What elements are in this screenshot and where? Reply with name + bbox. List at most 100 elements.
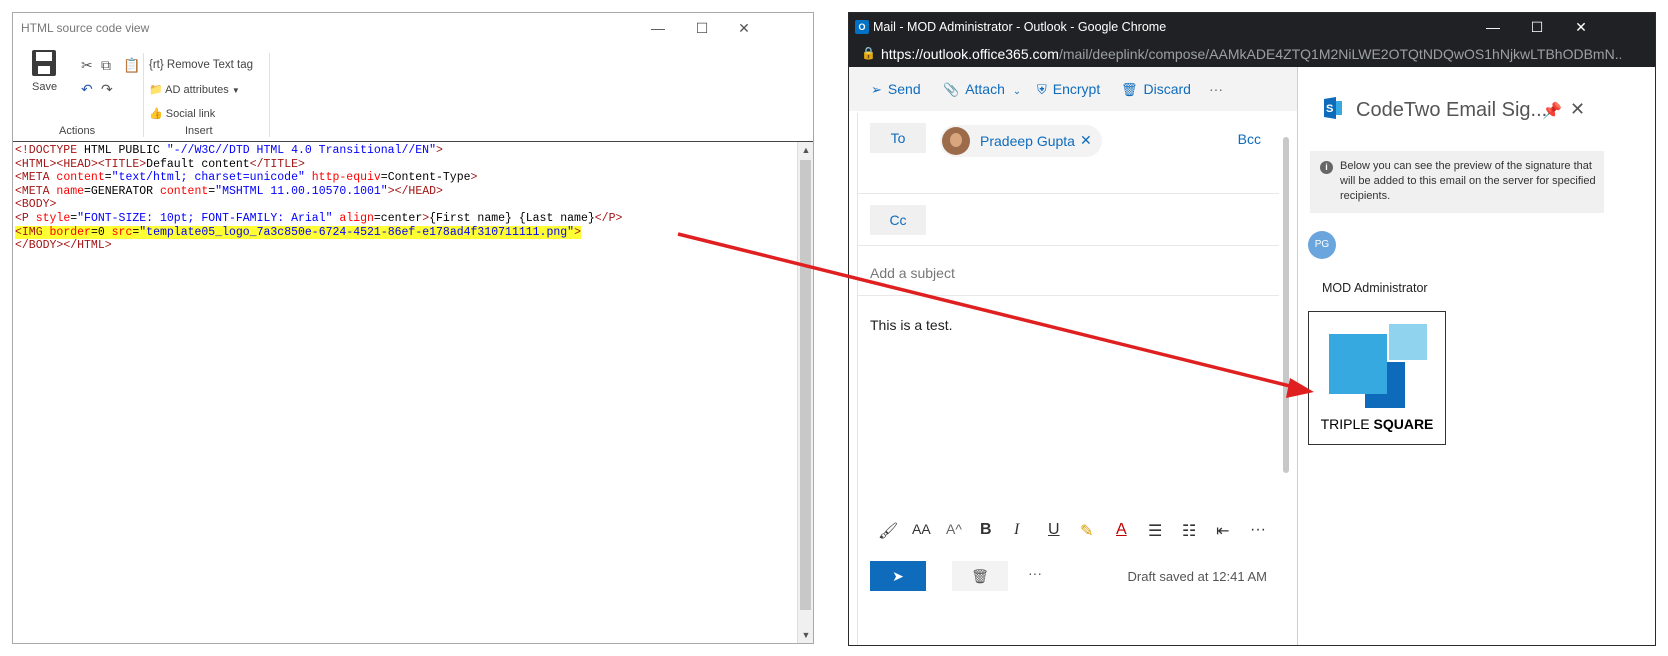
code-line-8: </BODY></HTML> bbox=[15, 239, 112, 253]
remove-recipient-icon[interactable]: ✕ bbox=[1080, 132, 1092, 149]
url-host: https://outlook.office365.com bbox=[881, 46, 1059, 62]
minimize-button[interactable]: — bbox=[644, 17, 672, 39]
info-message: i Below you can see the preview of the s… bbox=[1310, 151, 1604, 213]
shield-icon: ⛨ bbox=[1037, 82, 1047, 97]
recipient-chip[interactable]: Pradeep Gupta ✕ bbox=[940, 125, 1102, 157]
encrypt-label: Encrypt bbox=[1052, 81, 1101, 97]
scrollbar-thumb[interactable] bbox=[800, 160, 811, 610]
actions-group: Save ✂ ⧉ 📋 ↶ ↷ Actions bbox=[13, 43, 141, 141]
font-size-icon[interactable]: A^ bbox=[946, 521, 962, 537]
logo-square-light bbox=[1389, 324, 1427, 360]
code-line-7-highlighted: <IMG border=0 src="template05_logo_7a3c8… bbox=[15, 225, 581, 239]
numbering-icon[interactable]: ☷ bbox=[1182, 521, 1196, 541]
folder-icon: 📁 bbox=[149, 84, 163, 96]
logo-caption: TRIPLE SQUARE bbox=[1309, 416, 1445, 432]
ad-attributes-button[interactable]: 📁 AD attributes ▼ bbox=[149, 83, 240, 96]
send-row: ➤ 🗑 ··· Draft saved at 12:41 AM bbox=[858, 551, 1279, 601]
code-line-6: <P style="FONT-SIZE: 10pt; FONT-FAMILY: … bbox=[15, 211, 623, 225]
remove-text-tag-button[interactable]: {rt} Remove Text tag bbox=[149, 59, 253, 71]
cut-icon[interactable]: ✂ bbox=[81, 57, 93, 74]
font-icon[interactable]: AA bbox=[912, 521, 931, 537]
signature-logo: TRIPLE SQUARE bbox=[1308, 311, 1446, 445]
address-bar[interactable]: 🔒 https://outlook.office365.com/mail/dee… bbox=[849, 41, 1655, 67]
code-text[interactable]: <!DOCTYPE HTML PUBLIC "-//W3C//DTD HTML … bbox=[15, 144, 622, 253]
outlook-icon: O bbox=[855, 20, 869, 34]
ribbon-separator bbox=[143, 53, 144, 137]
save-label: Save bbox=[32, 81, 58, 93]
encrypt-button[interactable]: ⛨ Encrypt bbox=[1037, 81, 1100, 98]
chrome-outlook-window: O Mail - MOD Administrator - Outlook - G… bbox=[848, 12, 1656, 646]
send-button[interactable]: ➤ bbox=[870, 561, 926, 591]
cc-button[interactable]: Cc bbox=[870, 205, 926, 235]
scroll-up-icon[interactable]: ▲ bbox=[798, 142, 814, 158]
trash-icon: 🗑 bbox=[1121, 82, 1138, 97]
code-line-3: <META content="text/html; charset=unicod… bbox=[15, 171, 478, 185]
logo-square-medium bbox=[1329, 334, 1387, 394]
title-bar: HTML source code view — ☐ ✕ bbox=[13, 13, 813, 43]
social-link-button[interactable]: 👍 Social link bbox=[149, 107, 215, 120]
recipient-avatar bbox=[942, 127, 970, 155]
codetwo-addin-pane: S CodeTwo Email Sig... 📌 ✕ i Below you c… bbox=[1297, 67, 1655, 645]
maximize-button[interactable]: ☐ bbox=[1523, 16, 1551, 38]
decrease-indent-icon[interactable]: ⇤ bbox=[1216, 521, 1229, 541]
subject-input[interactable]: Add a subject bbox=[870, 265, 955, 281]
scrollbar-thumb[interactable] bbox=[1283, 137, 1289, 473]
close-button[interactable]: ✕ bbox=[1567, 16, 1595, 38]
bullets-icon[interactable]: ☰ bbox=[1148, 521, 1162, 541]
url-path: /mail/deeplink/compose/AAMkADE4ZTQ1M2NiL… bbox=[1058, 46, 1621, 62]
minimize-button[interactable]: — bbox=[1479, 16, 1507, 38]
copy-icon[interactable]: ⧉ bbox=[101, 57, 111, 74]
code-line-4: <META name=GENERATOR content="MSHTML 11.… bbox=[15, 184, 443, 198]
info-text: Below you can see the preview of the sig… bbox=[1340, 160, 1596, 202]
highlight-icon[interactable]: ✎ bbox=[1080, 521, 1093, 541]
window-title: HTML source code view bbox=[21, 21, 150, 35]
undo-icon[interactable]: ↶ bbox=[81, 81, 93, 98]
code-line-5: <BODY> bbox=[15, 198, 57, 212]
send-toolbar-button[interactable]: ➢ Send bbox=[871, 81, 921, 98]
code-editor[interactable]: <!DOCTYPE HTML PUBLIC "-//W3C//DTD HTML … bbox=[13, 141, 813, 643]
compose-body: To Pradeep Gupta ✕ Bcc Cc Add a subject … bbox=[857, 113, 1279, 645]
italic-icon[interactable]: I bbox=[1014, 521, 1019, 539]
send-icon: ➤ bbox=[892, 568, 904, 584]
pin-icon[interactable]: 📌 bbox=[1542, 101, 1562, 121]
more-actions-button[interactable]: ··· bbox=[1028, 565, 1042, 581]
save-button[interactable]: Save bbox=[29, 49, 59, 95]
lock-icon: 🔒 bbox=[861, 46, 876, 60]
insert-group-label: Insert bbox=[185, 125, 213, 137]
bold-icon[interactable]: B bbox=[980, 521, 992, 539]
bcc-button[interactable]: Bcc bbox=[1238, 131, 1261, 147]
close-addin-icon[interactable]: ✕ bbox=[1570, 99, 1585, 120]
divider bbox=[858, 193, 1279, 194]
discard-draft-button[interactable]: 🗑 bbox=[952, 561, 1008, 591]
format-painter-icon[interactable]: 🖌 bbox=[878, 521, 898, 541]
maximize-button[interactable]: ☐ bbox=[688, 17, 716, 39]
logo-caption-bold: SQUARE bbox=[1373, 416, 1434, 432]
compose-pane: ➢ Send 📎 Attach ⌄ ⛨ Encrypt 🗑 Discard ··· To… bbox=[849, 67, 1297, 645]
more-formatting-icon[interactable]: ··· bbox=[1250, 521, 1266, 539]
ad-attributes-label: AD attributes bbox=[165, 84, 229, 96]
compose-toolbar: ➢ Send 📎 Attach ⌄ ⛨ Encrypt 🗑 Discard ··· bbox=[849, 67, 1297, 111]
window-title: Mail - MOD Administrator - Outlook - Goo… bbox=[873, 20, 1167, 34]
codetwo-logo-icon: S bbox=[1324, 97, 1342, 119]
discard-button[interactable]: 🗑 Discard bbox=[1121, 81, 1191, 98]
compose-scrollbar[interactable] bbox=[1281, 125, 1291, 645]
trash-icon: 🗑 bbox=[971, 568, 989, 584]
close-button[interactable]: ✕ bbox=[730, 17, 758, 39]
paste-icon[interactable]: 📋 bbox=[123, 57, 140, 74]
vertical-scrollbar[interactable]: ▲ ▼ bbox=[797, 142, 813, 643]
url-text[interactable]: https://outlook.office365.com/mail/deepl… bbox=[881, 46, 1621, 62]
attach-button[interactable]: 📎 Attach ⌄ bbox=[943, 81, 1021, 98]
more-options-button[interactable]: ··· bbox=[1209, 81, 1223, 97]
sender-name: MOD Administrator bbox=[1322, 281, 1428, 295]
draft-status: Draft saved at 12:41 AM bbox=[1127, 569, 1267, 584]
chrome-title-bar: O Mail - MOD Administrator - Outlook - G… bbox=[849, 13, 1655, 41]
chevron-down-icon: ⌄ bbox=[1012, 86, 1022, 97]
ribbon-separator bbox=[269, 53, 270, 137]
redo-icon[interactable]: ↷ bbox=[101, 81, 113, 98]
underline-icon[interactable]: U bbox=[1048, 521, 1060, 539]
social-link-label: Social link bbox=[165, 108, 216, 120]
font-color-icon[interactable]: A bbox=[1116, 521, 1127, 539]
scroll-down-icon[interactable]: ▼ bbox=[798, 627, 814, 643]
message-body[interactable]: This is a test. bbox=[870, 317, 952, 333]
to-button[interactable]: To bbox=[870, 123, 926, 153]
